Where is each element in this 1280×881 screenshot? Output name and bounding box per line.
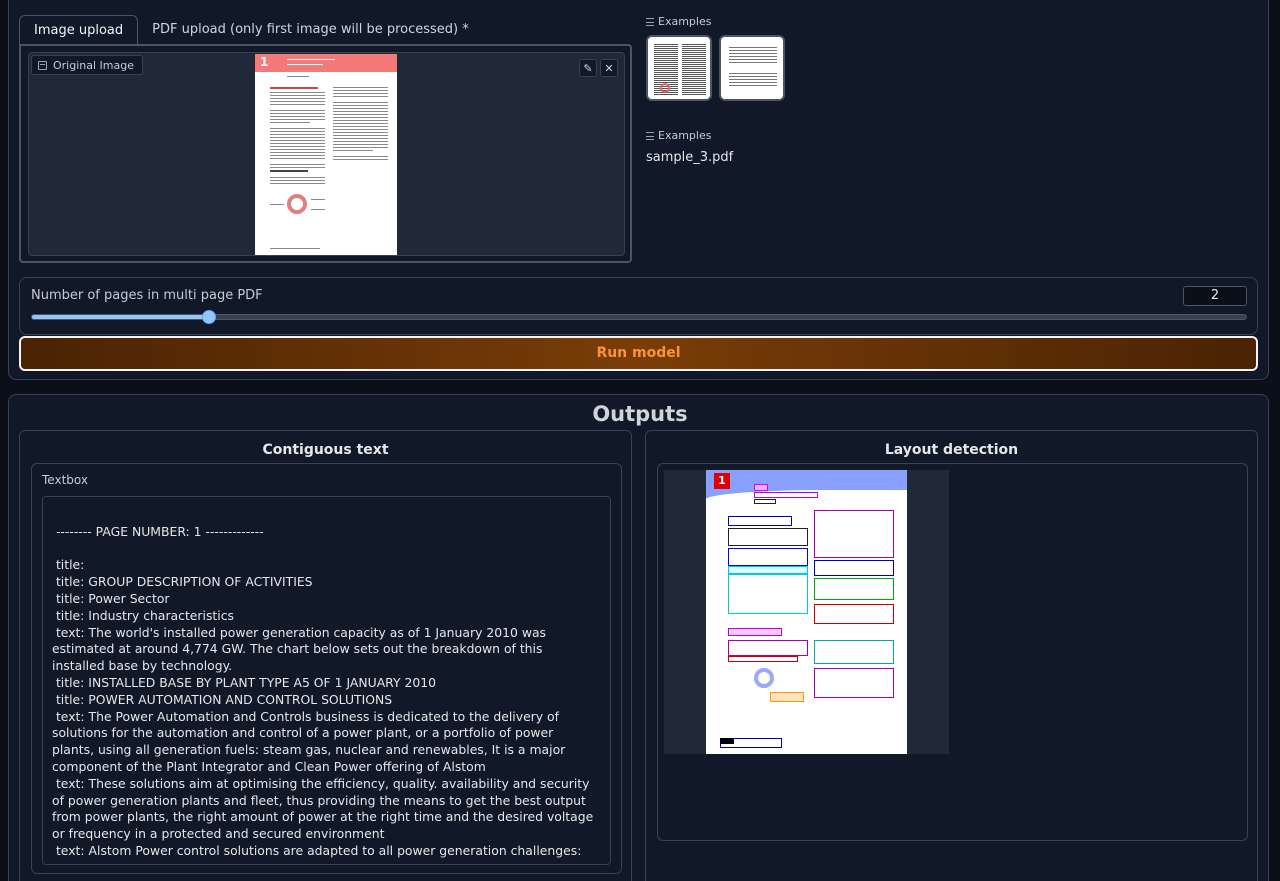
list-icon	[646, 17, 654, 26]
slider-label: Number of pages in multi page PDF	[31, 288, 263, 303]
close-icon[interactable]: ✕	[600, 59, 618, 77]
pages-number-input[interactable]: 2	[1183, 286, 1247, 306]
original-image-component[interactable]: Original Image ✎ ✕ 1	[28, 52, 625, 256]
tab-pdf-upload[interactable]: PDF upload (only first image will be pro…	[138, 15, 483, 45]
original-image-label: Original Image	[31, 55, 143, 75]
list-icon	[646, 131, 654, 140]
contiguous-text-title: Contiguous text	[262, 442, 389, 458]
document-header-band	[255, 54, 397, 72]
pages-slider-block: Number of pages in multi page PDF 2	[19, 277, 1258, 335]
upload-tabs: Image upload PDF upload (only first imag…	[19, 15, 483, 45]
tab-image-upload[interactable]: Image upload	[19, 15, 139, 45]
contiguous-text-output[interactable]: -------- PAGE NUMBER: 1 ------------- ti…	[42, 496, 611, 865]
example-pdf-sample-3[interactable]: sample_3.pdf	[646, 150, 733, 165]
pages-slider-track[interactable]	[31, 310, 1247, 324]
examples-label-pdf: Examples	[646, 129, 711, 142]
contiguous-text-panel: Contiguous text Textbox -------- PAGE NU…	[19, 430, 632, 881]
slider-handle[interactable]	[202, 310, 217, 324]
pie-chart-thumbnail	[287, 194, 307, 214]
example-pie-icon	[660, 83, 670, 93]
outputs-title: Outputs	[592, 402, 688, 426]
image-icon	[38, 60, 47, 70]
textbox-label: Textbox	[42, 473, 88, 487]
examples-label-images: Examples	[646, 15, 711, 28]
example-image-2[interactable]	[719, 35, 785, 101]
layout-detection-image: 1	[664, 470, 949, 754]
tab-panel: Original Image ✎ ✕ 1	[19, 44, 632, 263]
layout-document: 1	[706, 470, 907, 754]
document-page-number: 1	[260, 55, 269, 69]
layout-page-number: 1	[714, 473, 730, 489]
layout-detection-title: Layout detection	[884, 442, 1019, 458]
edit-icon[interactable]: ✎	[579, 59, 597, 77]
example-image-1[interactable]	[646, 35, 712, 101]
textbox-container: Textbox -------- PAGE NUMBER: 1 --------…	[31, 463, 622, 874]
uploaded-document-preview: 1	[255, 54, 397, 255]
slider-fill	[32, 315, 210, 319]
image-toolbar: ✎ ✕	[579, 59, 618, 77]
run-model-button[interactable]: Run model	[19, 336, 1258, 371]
